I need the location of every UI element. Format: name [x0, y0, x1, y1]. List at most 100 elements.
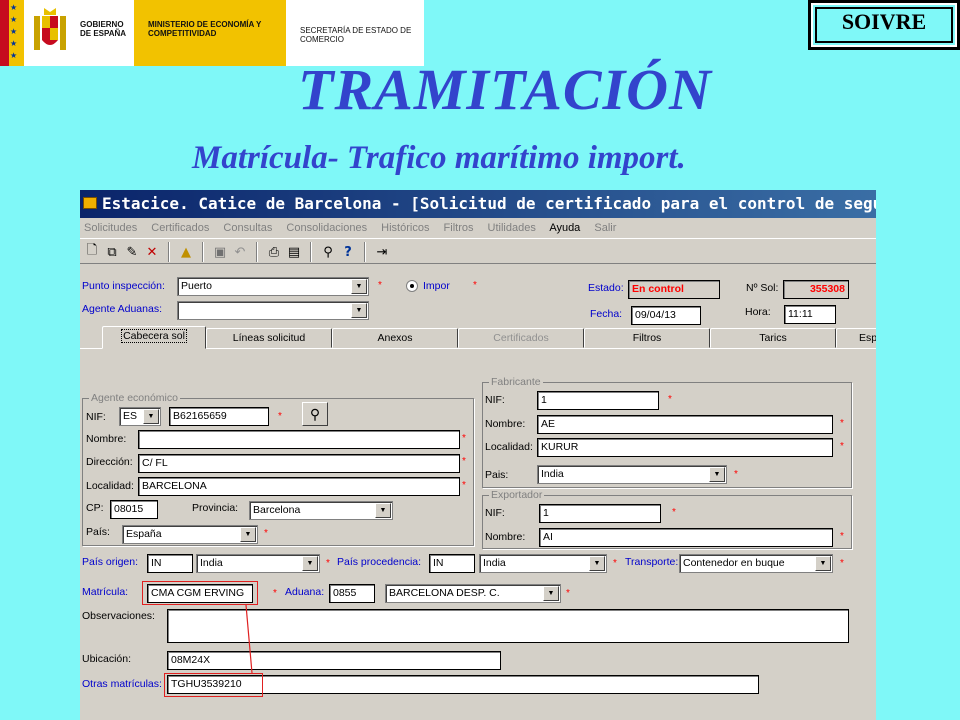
- estado-label: Estado:: [588, 282, 624, 294]
- tab-filtros[interactable]: Filtros: [584, 328, 710, 348]
- ubicacion-field[interactable]: 08M24X: [167, 651, 501, 670]
- agente-direccion-field[interactable]: C/ FL: [138, 454, 460, 473]
- delete-icon[interactable]: ✕: [142, 242, 162, 262]
- agente-nif-label: NIF:: [86, 411, 106, 423]
- aduana-code[interactable]: 0855: [329, 584, 375, 603]
- app-window: Estacice. Catice de Barcelona - [Solicit…: [80, 190, 876, 720]
- hora-field[interactable]: 11:11: [784, 305, 836, 324]
- tab-anexos[interactable]: Anexos: [332, 328, 458, 348]
- agente-nif-country-select[interactable]: ES ▼: [119, 407, 161, 426]
- chevron-down-icon: ▼: [143, 409, 159, 424]
- menu-filtros[interactable]: Filtros: [444, 222, 474, 234]
- aduana-label: Aduana:: [285, 586, 325, 598]
- fabricante-title: Fabricante: [489, 376, 543, 388]
- menu-ayuda[interactable]: Ayuda: [549, 222, 580, 234]
- punto-inspeccion-select[interactable]: Puerto ▼: [177, 277, 369, 296]
- pais-origen-select[interactable]: India ▼: [196, 554, 320, 573]
- agente-localidad-field[interactable]: BARCELONA: [138, 477, 460, 496]
- pais-origen-code[interactable]: IN: [147, 554, 193, 573]
- punto-inspeccion-label: Punto inspección:: [82, 280, 165, 292]
- coat-of-arms-icon: [34, 8, 66, 50]
- undo-icon[interactable]: ↶: [230, 242, 250, 262]
- matricula-highlight-box: [142, 581, 258, 605]
- menu-historicos[interactable]: Históricos: [381, 222, 429, 234]
- secretariat-label: SECRETARÍA DE ESTADO DE COMERCIO: [300, 26, 412, 44]
- transporte-select[interactable]: Contenedor en buque ▼: [679, 554, 833, 573]
- chevron-down-icon: ▼: [302, 556, 318, 571]
- menu-utilidades[interactable]: Utilidades: [488, 222, 536, 234]
- chevron-down-icon: ▼: [543, 586, 559, 601]
- aduana-select[interactable]: BARCELONA DESP. C. ▼: [385, 584, 561, 603]
- import-radio[interactable]: [406, 280, 418, 292]
- help-icon[interactable]: ?: [338, 242, 358, 262]
- exportador-nombre-field[interactable]: AI: [539, 528, 833, 547]
- nsol-field: 355308: [783, 280, 849, 299]
- agente-pais-select[interactable]: España ▼: [122, 525, 258, 544]
- observaciones-field[interactable]: [167, 609, 849, 643]
- toolbar: 🗋 ⧉ ✎ ✕ ▲ ▣ ↶ ⎙ ▤ ⚲ ? ⇥: [80, 238, 876, 264]
- binoculars-icon[interactable]: ⚲: [318, 242, 338, 262]
- fabricante-nif-label: NIF:: [485, 394, 505, 406]
- fabricante-pais-select[interactable]: India ▼: [537, 465, 727, 484]
- new-document-icon[interactable]: 🗋: [82, 242, 102, 262]
- menubar: Solicitudes Certificados Consultas Conso…: [80, 218, 876, 238]
- warning-icon[interactable]: ▲: [176, 242, 196, 262]
- star-icon: ★: [10, 27, 18, 36]
- otras-matriculas-label: Otras matrículas:: [82, 678, 162, 690]
- fabricante-nif-field[interactable]: 1: [537, 391, 659, 410]
- exportador-title: Exportador: [489, 489, 545, 501]
- chevron-down-icon: ▼: [375, 503, 391, 518]
- pais-procedencia-label: País procedencia:: [337, 556, 422, 568]
- copy-icon[interactable]: ⧉: [102, 242, 122, 262]
- menu-certificados[interactable]: Certificados: [151, 222, 209, 234]
- import-label: Impor: [423, 280, 450, 292]
- search-nif-button[interactable]: ⚲: [302, 402, 328, 426]
- exportador-nif-field[interactable]: 1: [539, 504, 661, 523]
- ubicacion-label: Ubicación:: [82, 653, 132, 665]
- window-titlebar[interactable]: Estacice. Catice de Barcelona - [Solicit…: [80, 190, 876, 218]
- agente-economico-title: Agente económico: [89, 392, 180, 404]
- page-subtitle: Matrícula- Trafico marítimo import.: [192, 140, 686, 176]
- chevron-down-icon: ▼: [589, 556, 605, 571]
- pais-procedencia-select[interactable]: India ▼: [479, 554, 607, 573]
- agente-provincia-select[interactable]: Barcelona ▼: [249, 501, 393, 520]
- agente-nif-field[interactable]: B62165659: [169, 407, 269, 426]
- matricula-label: Matrícula:: [82, 586, 129, 598]
- chevron-down-icon: ▼: [240, 527, 256, 542]
- agente-cp-field[interactable]: 08015: [110, 500, 158, 519]
- tab-tarics[interactable]: Tarics: [710, 328, 836, 348]
- agente-pais-label: País:: [86, 526, 110, 538]
- government-label: GOBIERNO DE ESPAÑA: [80, 20, 127, 38]
- menu-solicitudes[interactable]: Solicitudes: [84, 222, 137, 234]
- exit-icon[interactable]: ⇥: [372, 242, 392, 262]
- fabricante-localidad-field[interactable]: KURUR: [537, 438, 833, 457]
- fabricante-nombre-field[interactable]: AE: [537, 415, 833, 434]
- nsol-label: Nº Sol:: [746, 282, 779, 294]
- tab-cabecera-sol[interactable]: Cabecera sol: [102, 326, 206, 349]
- agente-nombre-label: Nombre:: [86, 433, 127, 445]
- tab-esp[interactable]: Esp: [836, 328, 876, 348]
- menu-salir[interactable]: Salir: [594, 222, 616, 234]
- print-icon[interactable]: ⎙: [264, 242, 284, 262]
- transporte-label: Transporte:: [625, 556, 679, 568]
- tab-strip: Cabecera sol Líneas solicitud Anexos Cer…: [80, 326, 876, 349]
- page-title: TRAMITACIÓN: [298, 57, 712, 122]
- agente-cp-label: CP:: [86, 502, 104, 514]
- report-icon[interactable]: ▤: [284, 242, 304, 262]
- otras-matriculas-highlight-box: [164, 673, 263, 697]
- save-icon[interactable]: ▣: [210, 242, 230, 262]
- soivre-label: SOIVRE: [811, 3, 957, 47]
- chevron-down-icon: ▼: [351, 303, 367, 318]
- agente-nombre-field[interactable]: [138, 430, 460, 449]
- agente-localidad-label: Localidad:: [86, 480, 134, 492]
- soivre-badge: SOIVRE: [808, 0, 960, 50]
- menu-consultas[interactable]: Consultas: [223, 222, 272, 234]
- menu-consolidaciones[interactable]: Consolidaciones: [286, 222, 367, 234]
- tab-certificados[interactable]: Certificados: [458, 328, 584, 348]
- fecha-field[interactable]: 09/04/13: [631, 306, 701, 325]
- pais-procedencia-code[interactable]: IN: [429, 554, 475, 573]
- agente-aduanas-select[interactable]: ▼: [177, 301, 369, 320]
- fabricante-pais-label: Pais:: [485, 469, 509, 481]
- tab-lineas-solicitud[interactable]: Líneas solicitud: [206, 328, 332, 348]
- edit-icon[interactable]: ✎: [122, 242, 142, 262]
